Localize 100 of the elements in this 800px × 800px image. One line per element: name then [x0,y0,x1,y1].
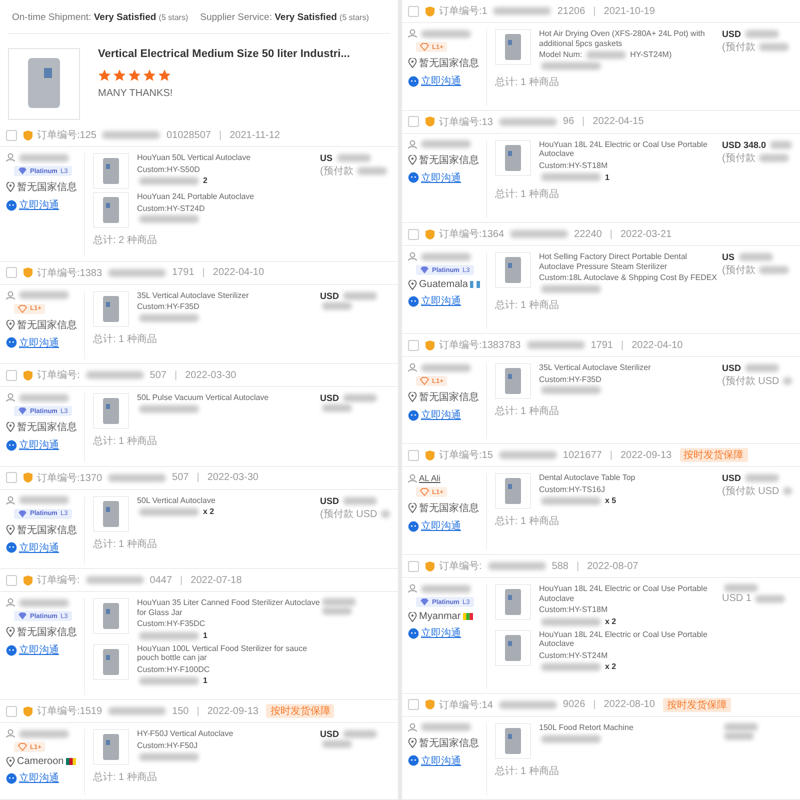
product-spec: Custom:HY-S50D [137,164,200,174]
checkbox[interactable] [408,699,419,710]
chat-link[interactable]: 立即沟通 [421,626,461,640]
order-number-end: 588 [552,560,568,572]
chat-link[interactable]: 立即沟通 [421,170,461,185]
buyer-location: 暂无国家信息 [419,390,479,404]
checkbox[interactable] [6,706,17,717]
quantity: 1 [203,676,208,686]
order-date: 2022-08-10 [604,699,655,710]
checkbox[interactable] [408,340,419,351]
redaction-blur [745,474,780,482]
chat-link[interactable]: 立即沟通 [19,540,59,555]
chat-bubble-icon [408,296,419,307]
diamond-icon [18,510,27,518]
order-amount: USD [320,393,340,404]
person-icon [6,598,15,608]
chat-link[interactable]: 立即沟通 [421,408,461,422]
product-title: 50L Pulse Vacuum Vertical Autoclave [137,393,269,403]
quantity: x 2 [203,507,214,517]
order-date: 2021-11-12 [230,130,280,140]
product-title: Vertical Electrical Medium Size 50 liter Industri... [98,48,350,60]
redaction-blur [541,62,601,70]
rating-value: Very Satisfied [94,12,156,23]
product-title: HouYuan 35 Liter Canned Food Sterilizer Autoclave for Glass Jar [137,598,320,618]
product-title: HouYuan 24L Portable Autoclave [137,192,254,202]
chat-link[interactable]: 立即沟通 [19,643,59,658]
order-date: 2022-04-10 [212,267,264,278]
redaction-blur [357,167,388,175]
chat-link[interactable]: 立即沟通 [421,519,461,534]
redaction-blur [541,497,601,506]
checkbox[interactable] [408,228,419,240]
redaction-blur [421,30,471,38]
chat-bubble-icon [408,520,419,532]
redaction-blur [510,230,568,238]
checkbox[interactable] [408,116,419,128]
order-number-end: 507 [172,472,189,484]
chat-bubble-icon [408,410,419,421]
separator: | [196,472,200,484]
checkbox[interactable] [408,560,419,572]
flag-icon [462,613,473,620]
checkbox[interactable] [6,574,17,586]
product-photo [495,473,531,510]
buyer-name[interactable]: AL Ali [419,473,440,484]
order-number-start: 订单编号: [37,574,80,588]
redaction-blur [526,341,585,350]
chat-link[interactable]: 立即沟通 [19,771,59,786]
order-date: 2022-09-13 [620,450,672,461]
redaction-blur [586,50,626,59]
redaction-blur [343,292,378,300]
diamond-icon [18,743,27,752]
buyer-location: 暂无国家信息 [17,626,77,640]
redaction-blur [498,700,557,709]
rating-stars-note: (5 stars) [158,13,188,22]
separator: | [174,370,178,381]
redaction-blur [108,474,166,482]
checkbox[interactable] [408,6,419,16]
person-icon [408,29,417,38]
order-date: 2022-04-10 [632,340,683,351]
checkbox[interactable] [6,130,17,140]
product-title: HouYuan 18L 24L Electric or Coal Use Portable Autoclave [539,140,708,160]
redaction-blur [322,404,352,412]
checkbox[interactable] [408,450,419,461]
diamond-icon [18,407,27,416]
redaction-blur [343,730,378,738]
buyer-location: Cameroon [17,756,64,768]
product-photo [93,290,129,327]
redaction-blur [783,487,792,496]
order-number-end: 1791 [590,340,613,351]
product-title: HouYuan 50L Vertical Autoclave [137,153,251,163]
chat-link[interactable]: 立即沟通 [421,74,461,88]
product-photo [93,153,129,189]
shield-icon [425,228,435,240]
redaction-blur [19,598,69,607]
person-icon [6,393,15,402]
separator: | [593,6,596,16]
quantity: 1 [203,630,208,641]
buyer-location: 暂无国家信息 [17,180,77,194]
chat-link[interactable]: 立即沟通 [19,336,59,350]
order-amount: USD 348.0 [722,140,766,150]
location-pin-icon [6,422,15,432]
quantity: x 2 [605,662,616,672]
redaction-blur [19,730,69,738]
diamond-icon [18,612,27,620]
chat-link[interactable]: 立即沟通 [421,754,461,768]
order-date: 2022-07-18 [190,574,242,586]
chat-bubble-icon [6,337,17,348]
chat-bubble-icon [408,755,419,766]
checkbox[interactable] [6,267,17,278]
diamond-icon [18,304,27,313]
product-spec: Custom:HY-ST24D [137,204,205,214]
checkbox[interactable] [6,472,17,484]
buyer-location: 暂无国家信息 [419,154,479,167]
shield-icon [23,267,33,278]
chat-link[interactable]: 立即沟通 [19,438,59,452]
prepayment-note: (预付款 [722,41,756,54]
shield-icon [425,450,435,461]
checkbox[interactable] [6,370,17,381]
chat-link[interactable]: 立即沟通 [421,294,461,308]
diamond-icon [420,43,429,51]
chat-link[interactable]: 立即沟通 [19,198,59,212]
